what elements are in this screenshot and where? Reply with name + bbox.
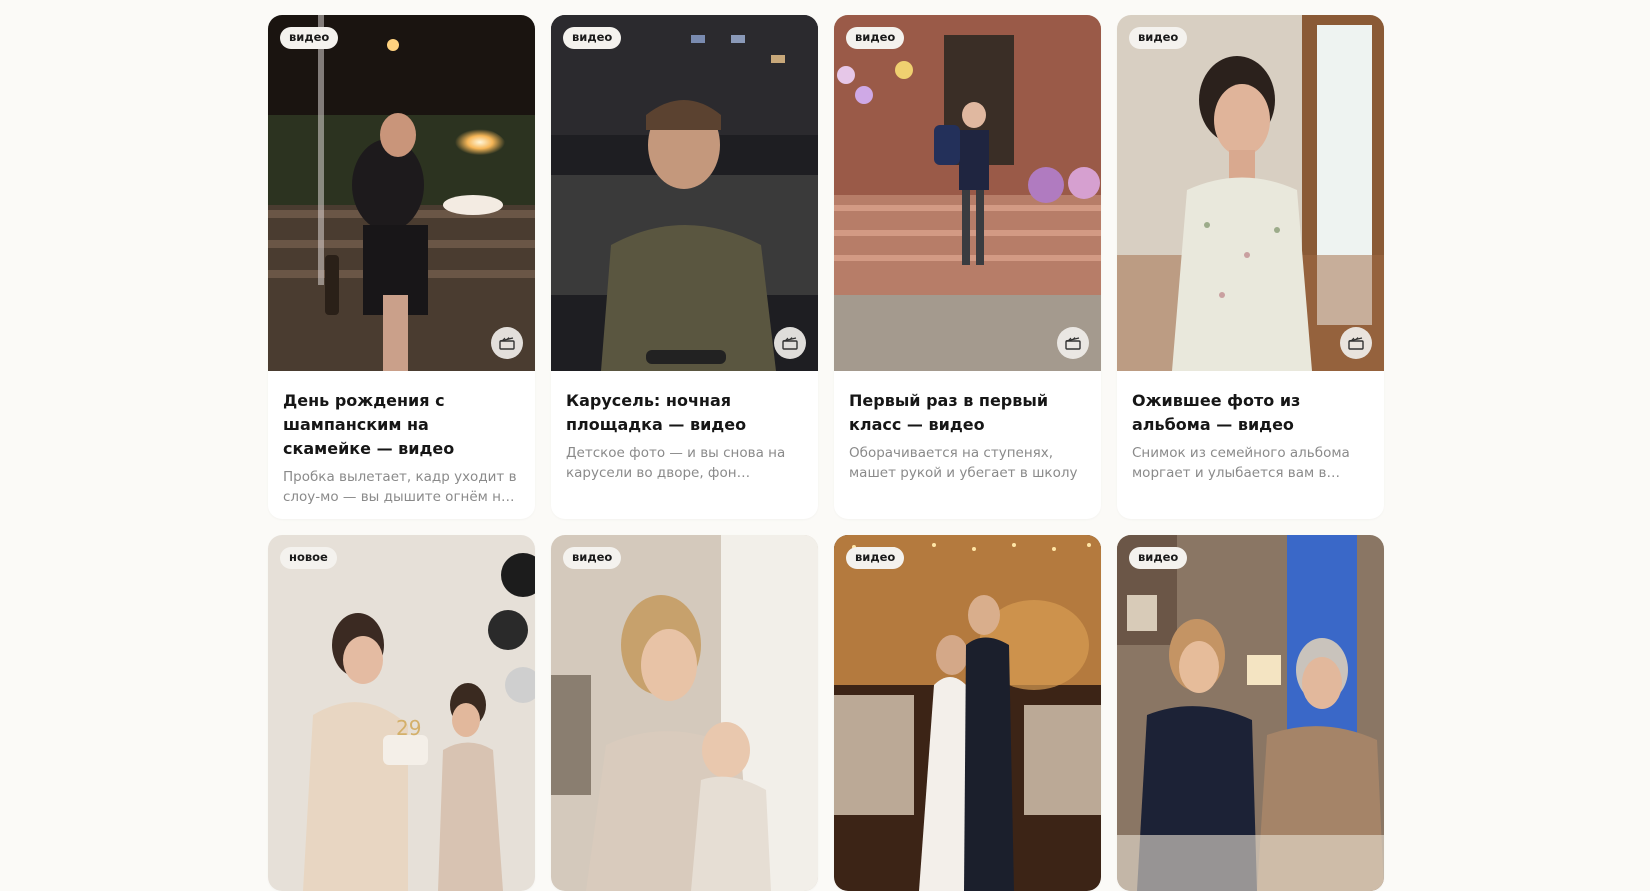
card-media[interactable]: видео — [268, 15, 535, 371]
clapperboard-icon[interactable] — [1057, 327, 1089, 359]
card-badge: видео — [1129, 547, 1188, 569]
card-description: Детское фото — и вы снова на карусели во… — [566, 445, 786, 481]
clapperboard-icon[interactable] — [1340, 327, 1372, 359]
preview-image-first-grade — [834, 15, 1101, 371]
template-card-mother-baby[interactable]: видео — [551, 535, 818, 891]
template-card-carousel-night[interactable]: видео Карусель: ночная площадка — видео … — [551, 15, 818, 519]
card-media[interactable]: видео — [834, 535, 1101, 891]
clapperboard-icon[interactable] — [491, 327, 523, 359]
template-card-birthday-champagne[interactable]: видео День рождения с шампанским на скам… — [268, 15, 535, 519]
card-badge: видео — [846, 27, 905, 49]
card-badge: новое — [280, 547, 337, 569]
card-description: Оборачивается на ступенях, машет рукой и… — [849, 445, 1078, 481]
card-media[interactable]: видео — [1117, 535, 1384, 891]
card-title[interactable]: Первый раз в первый класс — видео — [849, 389, 1086, 437]
card-media[interactable]: 29 новое — [268, 535, 535, 891]
preview-image-carousel-night — [551, 15, 818, 371]
preview-image-wedding-dance — [834, 535, 1101, 891]
preview-image-album-photo — [1117, 15, 1384, 371]
template-card-wedding-dance[interactable]: видео — [834, 535, 1101, 891]
template-card-album-photo[interactable]: видео Ожившее фото из альбома — видео Сн… — [1117, 15, 1384, 519]
preview-image-grandmother — [1117, 535, 1384, 891]
card-media[interactable]: видео — [1117, 15, 1384, 371]
card-badge: видео — [846, 547, 905, 569]
card-title[interactable]: Карусель: ночная площадка — видео — [566, 389, 803, 437]
card-media[interactable]: видео — [834, 15, 1101, 371]
card-media[interactable]: видео — [551, 15, 818, 371]
card-badge: видео — [280, 27, 339, 49]
card-badge: видео — [1129, 27, 1188, 49]
card-title[interactable]: Ожившее фото из альбома — видео — [1132, 389, 1369, 437]
preview-image-mother-baby — [551, 535, 818, 891]
card-badge: видео — [563, 547, 622, 569]
template-card-first-grade[interactable]: видео Первый раз в первый класс — видео … — [834, 15, 1101, 519]
card-media[interactable]: видео — [551, 535, 818, 891]
card-description: Пробка вылетает, кадр уходит в слоу-мо —… — [283, 469, 517, 505]
card-badge: видео — [563, 27, 622, 49]
card-description: Снимок из семейного альбома моргает и ул… — [1132, 445, 1350, 481]
clapperboard-icon[interactable] — [774, 327, 806, 359]
gallery-grid: видео День рождения с шампанским на скам… — [268, 15, 1384, 891]
template-card-birthday-cake[interactable]: 29 новое — [268, 535, 535, 891]
svg-text:29: 29 — [396, 716, 421, 740]
preview-image-birthday-cake: 29 — [268, 535, 535, 891]
preview-image-birthday-champagne — [268, 15, 535, 371]
template-card-grandmother[interactable]: видео — [1117, 535, 1384, 891]
card-title[interactable]: День рождения с шампанским на скамейке —… — [283, 389, 520, 461]
